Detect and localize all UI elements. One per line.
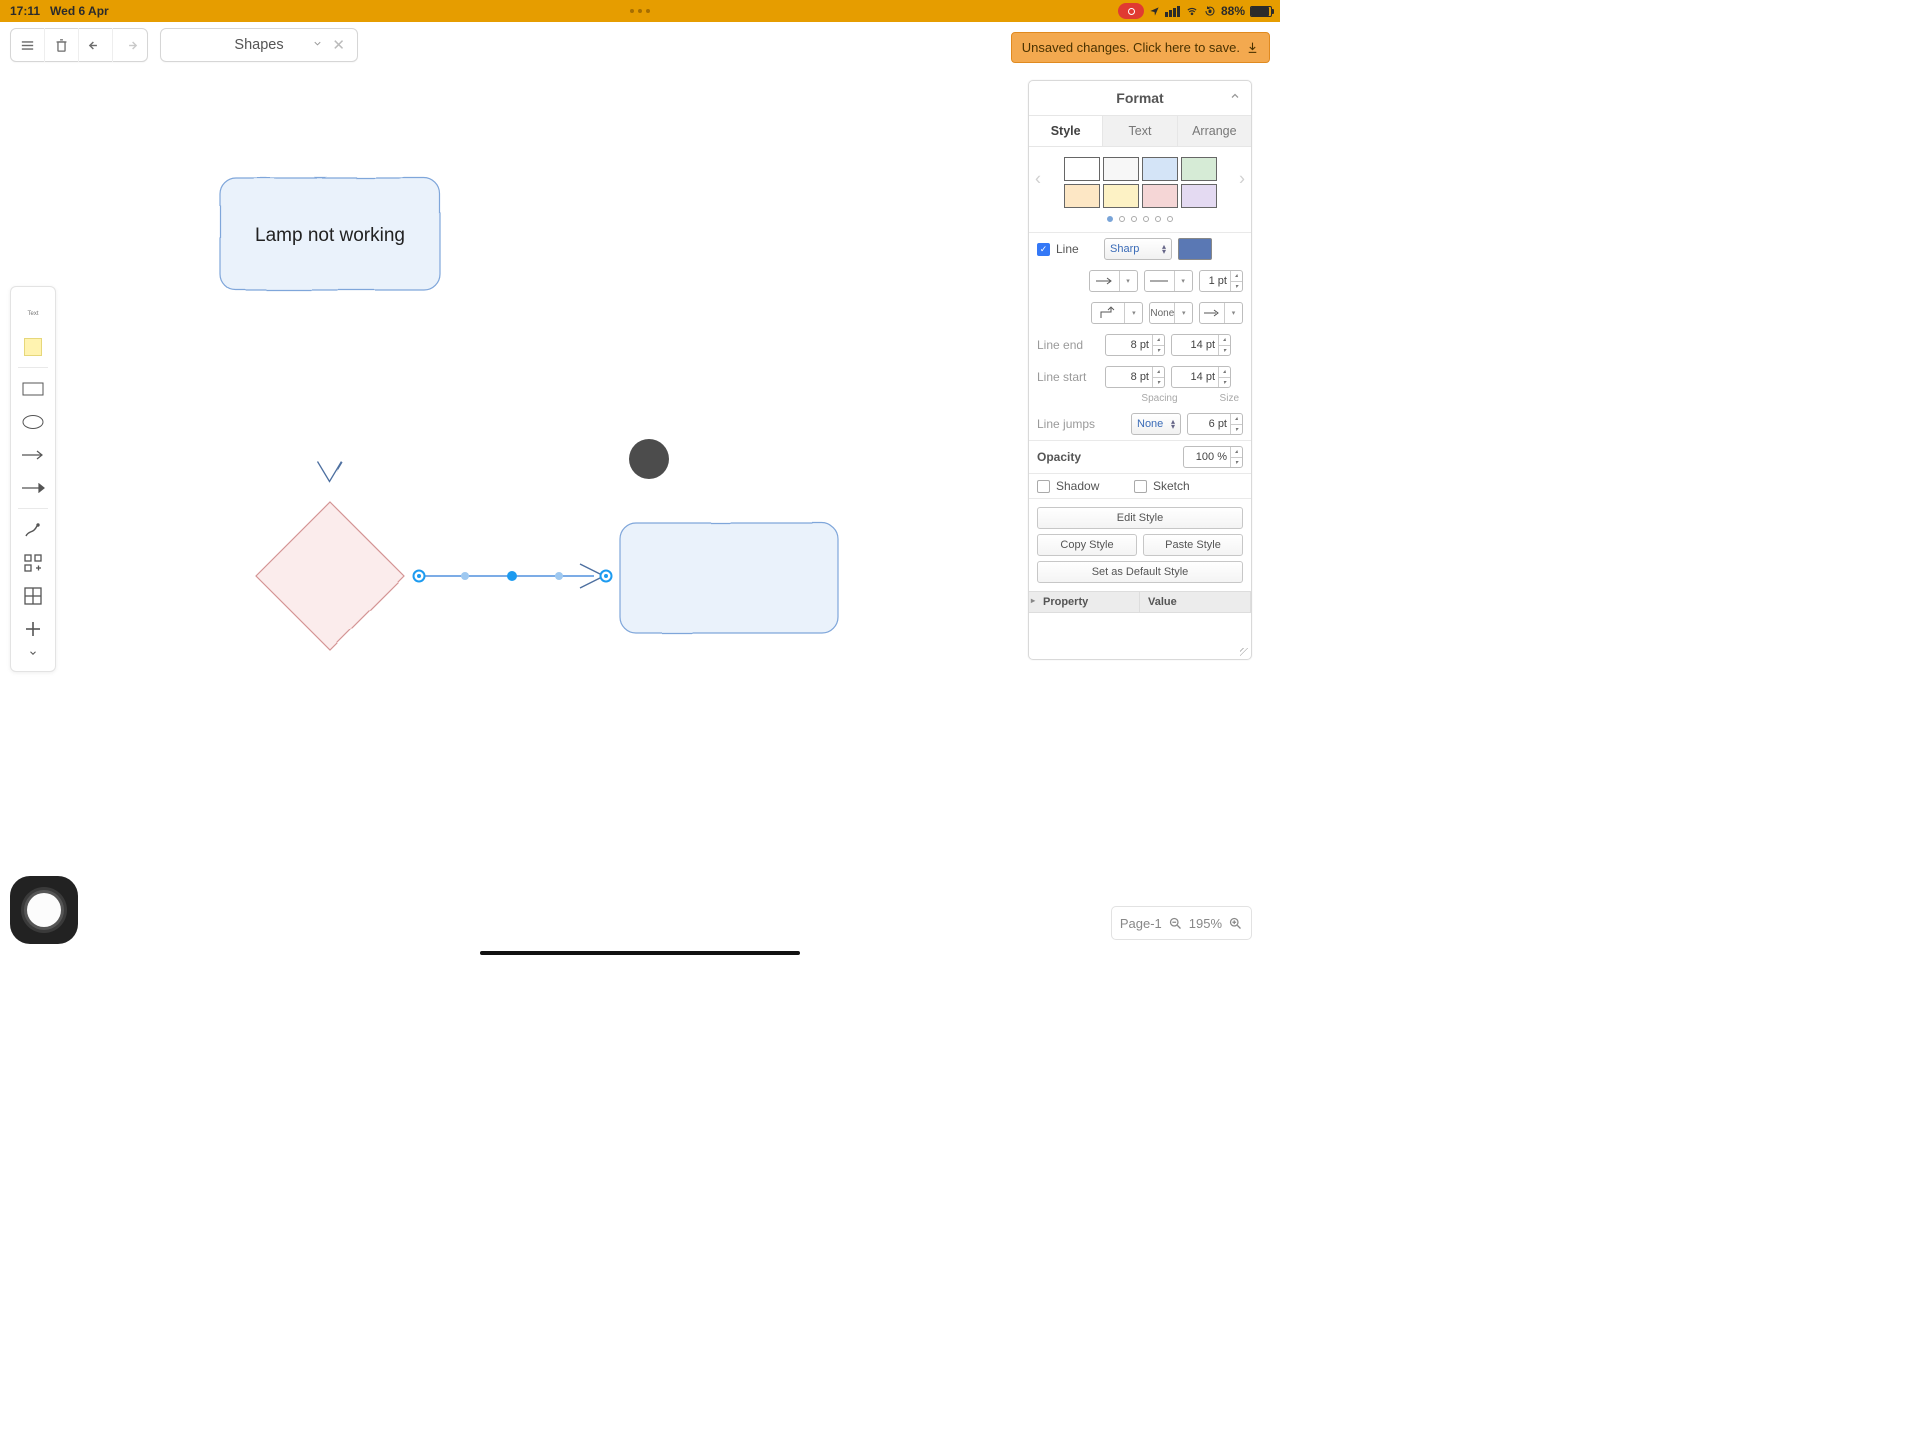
format-panel: Format Style Text Arrange ‹ › Line Sharp… [1028,80,1252,660]
style-swatch-0[interactable] [1064,157,1100,181]
main-toolbar-group [10,28,148,62]
style-swatch-6[interactable] [1142,184,1178,208]
touch-cursor [629,439,669,479]
sketch-checkbox[interactable] [1134,480,1147,493]
properties-grid: Property Value [1029,591,1251,613]
page-name[interactable]: Page-1 [1120,916,1162,931]
properties-header-value[interactable]: Value [1140,592,1251,613]
zoom-out-icon[interactable] [1168,916,1183,931]
line-jumps-label: Line jumps [1037,417,1099,431]
waypoints-select[interactable]: None ▾ [1149,302,1193,324]
properties-header-property[interactable]: Property [1029,592,1140,613]
tab-arrange[interactable]: Arrange [1178,116,1251,146]
save-icon [1246,41,1259,54]
shadow-checkbox[interactable] [1037,480,1050,493]
opacity-input[interactable]: 100 %▴▾ [1183,446,1243,468]
line-checkbox[interactable] [1037,243,1050,256]
line-jumps-select[interactable]: None▴▾ [1131,413,1181,435]
line-label: Line [1056,242,1098,256]
status-time: 17:11 [10,4,40,18]
screen-record-indicator[interactable] [1118,3,1144,19]
battery-icon [1250,6,1272,17]
chevron-down-icon [312,37,323,53]
style-swatch-7[interactable] [1181,184,1217,208]
line-color-swatch[interactable] [1178,238,1212,260]
style-swatch-5[interactable] [1103,184,1139,208]
line-jumps-size[interactable]: 6 pt▴▾ [1187,413,1243,435]
trash-icon [53,37,70,54]
redo-button[interactable] [113,28,147,62]
swatches-prev[interactable]: ‹ [1035,168,1041,189]
edge-diamond-to-rect-selected[interactable] [414,564,612,588]
battery-pct: 88% [1221,4,1245,18]
line-end-size[interactable]: 14 pt▴▾ [1171,334,1231,356]
line-end-spacing[interactable]: 8 pt▴▾ [1105,334,1165,356]
style-swatch-1[interactable] [1103,157,1139,181]
format-header[interactable]: Format [1029,81,1251,116]
multitask-dots [630,9,650,13]
edit-style-button[interactable]: Edit Style [1037,507,1243,529]
paste-style-button[interactable]: Paste Style [1143,534,1243,556]
node-decision-diamond[interactable] [256,502,404,650]
redo-icon [122,37,139,54]
format-tabs: Style Text Arrange [1029,116,1251,147]
signal-icon [1165,6,1180,17]
ios-statusbar: 17:11 Wed 6 Apr 88% [0,0,1280,22]
page-zoom-bar: Page-1 195% [1111,906,1252,940]
swatches-pager [1029,210,1251,232]
line-start-label: Line start [1037,370,1099,384]
arrow-end-select[interactable]: ▾ [1199,302,1243,324]
location-icon [1149,6,1160,17]
shapes-dropdown[interactable]: Shapes ✕ [160,28,358,62]
menu-button[interactable] [11,28,45,62]
assistive-touch[interactable] [10,876,78,944]
sketch-label: Sketch [1153,479,1190,493]
node-lamp-not-working[interactable]: Lamp not working [220,178,440,290]
collapse-icon[interactable] [1229,89,1241,105]
arrow-start-select[interactable]: ▾ [1089,270,1138,292]
tab-text[interactable]: Text [1103,116,1177,146]
close-icon[interactable]: ✕ [332,36,345,54]
style-swatch-3[interactable] [1181,157,1217,181]
status-date: Wed 6 Apr [50,4,109,18]
line-width-input[interactable]: 1 pt ▴▾ [1199,270,1243,292]
shadow-label: Shadow [1056,479,1128,493]
undo-icon [87,37,104,54]
swatches-next[interactable]: › [1239,168,1245,189]
properties-body[interactable] [1029,613,1251,659]
line-start-size[interactable]: 14 pt▴▾ [1171,366,1231,388]
line-start-spacing[interactable]: 8 pt▴▾ [1105,366,1165,388]
home-indicator[interactable] [480,951,800,955]
line-end-label: Line end [1037,338,1099,352]
connector-type-select[interactable]: ▾ [1091,302,1143,324]
shapes-dropdown-label: Shapes [234,37,283,53]
wifi-icon [1185,6,1199,17]
orientation-lock-icon [1204,5,1216,17]
copy-style-button[interactable]: Copy Style [1037,534,1137,556]
assistive-touch-icon [27,893,61,927]
edge-lamp-to-diamond[interactable] [318,292,342,482]
style-swatches: ‹ › [1029,147,1251,210]
delete-button[interactable] [45,28,79,62]
style-swatch-4[interactable] [1064,184,1100,208]
style-swatch-2[interactable] [1142,157,1178,181]
line-style-select[interactable]: Sharp ▴▾ [1104,238,1172,260]
zoom-in-icon[interactable] [1228,916,1243,931]
zoom-level[interactable]: 195% [1189,916,1222,931]
node-lamp-label: Lamp not working [255,225,405,246]
line-pattern-select[interactable]: ▾ [1144,270,1193,292]
node-empty-rect[interactable] [620,523,838,633]
undo-button[interactable] [79,28,113,62]
opacity-label: Opacity [1037,450,1097,464]
unsaved-changes-banner[interactable]: Unsaved changes. Click here to save. [1011,32,1270,63]
tab-style[interactable]: Style [1029,116,1103,146]
unsaved-changes-label: Unsaved changes. Click here to save. [1022,40,1240,55]
menu-icon [19,37,36,54]
set-default-style-button[interactable]: Set as Default Style [1037,561,1243,583]
